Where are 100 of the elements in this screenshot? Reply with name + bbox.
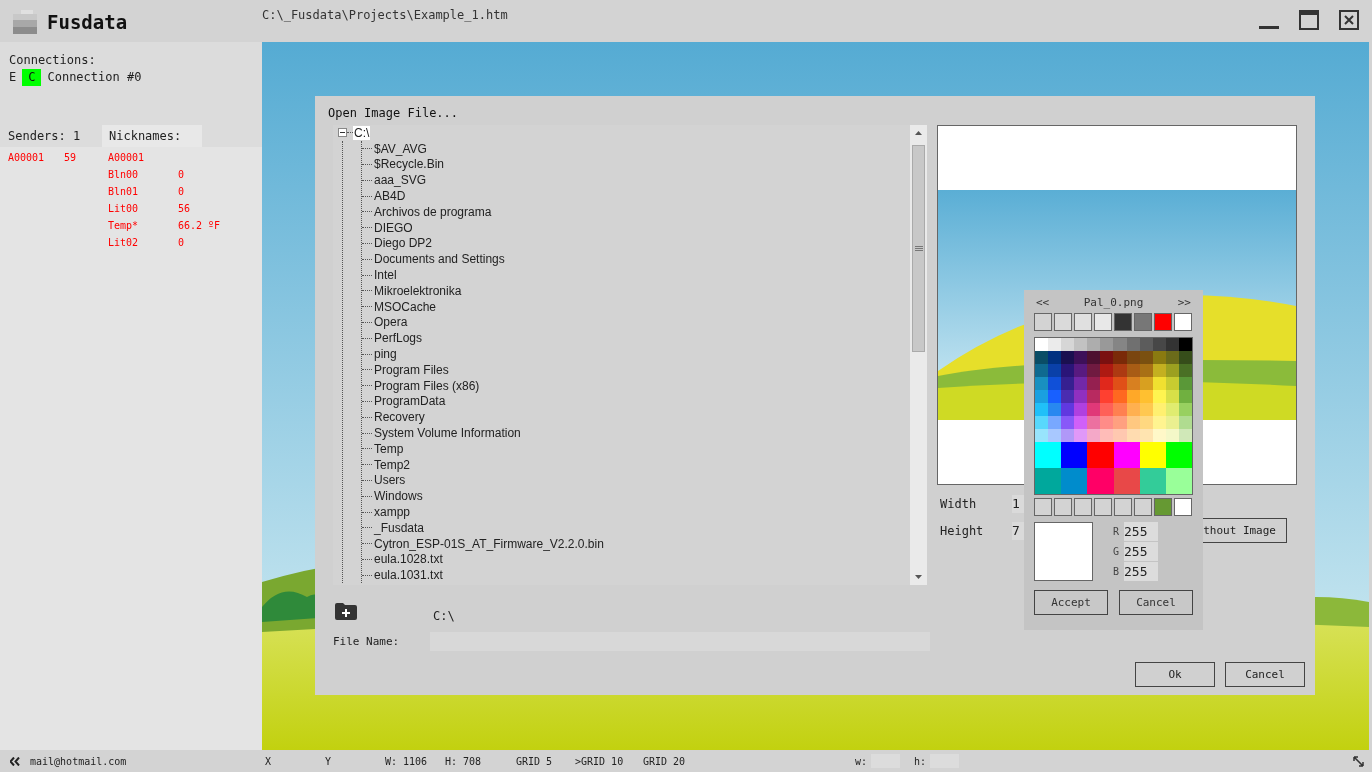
color-swatch[interactable] [1035,442,1062,468]
color-swatch[interactable] [1100,364,1114,377]
color-swatch[interactable] [1035,403,1049,416]
color-swatch[interactable] [1061,429,1075,442]
scrollbar[interactable] [910,125,927,585]
channel-field[interactable]: 255 [1124,562,1158,581]
color-swatch[interactable] [1061,403,1075,416]
tree-item[interactable]: System Volume Information [373,426,522,441]
favorite-swatch[interactable] [1094,313,1112,331]
color-swatch[interactable] [1048,429,1062,442]
tree-item[interactable]: Temp [373,441,405,456]
color-swatch[interactable] [1139,442,1166,468]
tree-item[interactable]: Program Files [373,362,450,377]
color-swatch[interactable] [1035,338,1049,351]
color-swatch[interactable] [1074,416,1088,429]
palette-button[interactable]: Accept [1034,590,1108,615]
tree-item[interactable]: Mikroelektronika [373,283,463,298]
tree-item[interactable]: Opera [373,315,409,330]
color-swatch[interactable] [1113,338,1127,351]
color-swatch[interactable] [1048,390,1062,403]
color-swatch[interactable] [1113,468,1140,494]
color-swatch[interactable] [1100,416,1114,429]
color-swatch[interactable] [1035,377,1049,390]
next-palette-button[interactable]: >> [1175,295,1193,309]
color-swatch[interactable] [1087,442,1114,468]
tree-item[interactable]: Windows [373,489,424,504]
color-swatch[interactable] [1061,338,1075,351]
recent-swatch[interactable] [1054,498,1072,516]
tree-item[interactable]: PerfLogs [373,331,424,346]
close-button[interactable] [1338,9,1360,31]
color-swatch[interactable] [1087,351,1101,364]
color-swatch[interactable] [1061,351,1075,364]
favorite-swatch[interactable] [1134,313,1152,331]
color-swatch[interactable] [1061,364,1075,377]
new-folder-icon[interactable] [335,603,357,620]
color-swatch[interactable] [1087,364,1101,377]
color-swatch[interactable] [1074,403,1088,416]
color-swatch[interactable] [1074,338,1088,351]
tree-item[interactable]: Cytron_ESP-01S_AT_Firmware_V2.2.0.bin [373,536,605,551]
color-swatch[interactable] [1035,416,1049,429]
palette-button[interactable]: Cancel [1119,590,1193,615]
recent-swatch[interactable] [1134,498,1152,516]
tree-item[interactable]: ping [373,347,398,362]
favorite-swatch[interactable] [1114,313,1132,331]
color-swatch[interactable] [1061,377,1075,390]
tree-item[interactable]: Archivos de programa [373,204,493,219]
color-swatch[interactable] [1100,390,1114,403]
recent-swatch[interactable] [1034,498,1052,516]
favorite-swatch[interactable] [1054,313,1072,331]
maximize-button[interactable] [1298,9,1320,31]
tree-item[interactable]: Recovery [373,410,426,425]
color-swatch[interactable] [1113,416,1127,429]
channel-field[interactable]: 255 [1124,542,1158,561]
tree-item[interactable]: ProgramData [373,394,447,409]
favorite-swatch[interactable] [1074,313,1092,331]
tree-item[interactable]: eula.1031.txt [373,568,444,583]
nicknames-tab[interactable]: Nicknames: [102,125,202,147]
dialog-button[interactable]: Ok [1135,662,1215,687]
tree-item[interactable]: DIEGO [373,220,414,235]
color-swatch[interactable] [1074,364,1088,377]
connection-name[interactable]: Connection #0 [47,69,142,86]
recent-swatch[interactable] [1114,498,1132,516]
tree-item[interactable]: Users [373,473,407,488]
recent-swatch[interactable] [1074,498,1092,516]
color-swatch[interactable] [1035,468,1062,494]
collapse-toggle[interactable] [338,128,347,138]
color-swatch[interactable] [1035,351,1049,364]
tree-item[interactable]: aaa_SVG [373,173,428,188]
color-swatch[interactable] [1100,338,1114,351]
color-swatch[interactable] [1048,403,1062,416]
color-swatch[interactable] [1035,429,1049,442]
color-swatch[interactable] [1087,377,1101,390]
color-swatch[interactable] [1100,429,1114,442]
color-swatch[interactable] [1087,403,1101,416]
color-swatch[interactable] [1074,377,1088,390]
tree-item[interactable]: $AV_AVG [373,141,428,156]
color-swatch[interactable] [1074,390,1088,403]
favorite-swatch[interactable] [1034,313,1052,331]
color-swatch[interactable] [1048,416,1062,429]
color-swatch[interactable] [1165,442,1193,468]
tree-item[interactable]: AB4D [373,189,407,204]
tree-item[interactable]: eula.1028.txt [373,552,444,567]
recent-swatch[interactable] [1094,498,1112,516]
color-swatch[interactable] [1087,468,1114,494]
color-swatch[interactable] [1048,338,1062,351]
color-swatch[interactable] [1061,390,1075,403]
color-swatch[interactable] [1087,416,1101,429]
color-swatch[interactable] [1113,351,1127,364]
tree-item[interactable]: $Recycle.Bin [373,157,446,172]
collapse-icon[interactable] [10,756,20,766]
color-swatch[interactable] [1113,429,1127,442]
tree-item[interactable]: MSOCache [373,299,438,314]
color-swatch[interactable] [1074,429,1088,442]
resize-icon[interactable] [1353,755,1364,767]
color-swatch[interactable] [1087,390,1101,403]
tree-item[interactable]: xampp [373,505,412,519]
tree-item[interactable]: Intel [373,268,398,283]
dialog-button[interactable]: Cancel [1225,662,1305,687]
tree-item[interactable]: _Fusdata [373,520,426,535]
color-swatch[interactable] [1061,416,1075,429]
